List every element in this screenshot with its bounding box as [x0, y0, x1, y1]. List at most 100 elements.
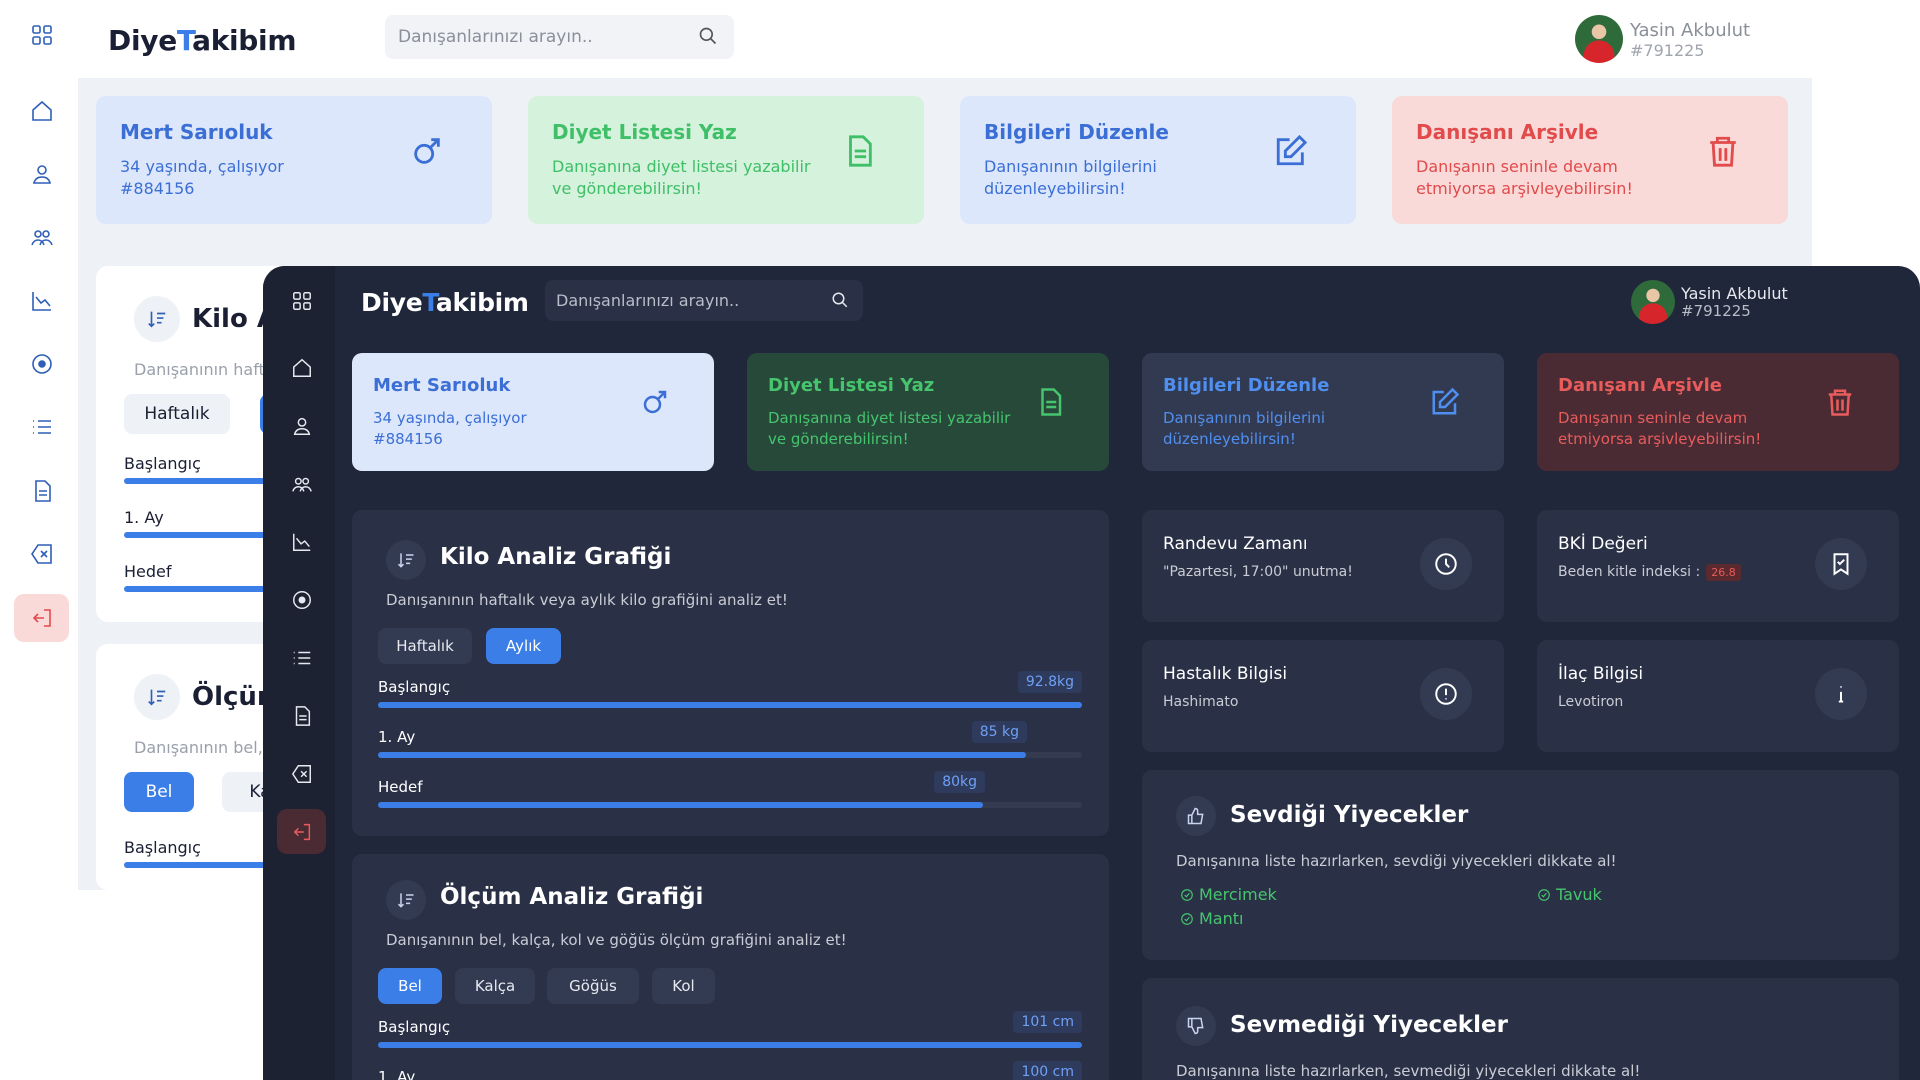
sort-icon — [386, 880, 426, 920]
edit-info-card[interactable]: Bilgileri Düzenle Danışanının bilgilerin… — [960, 96, 1356, 224]
chart-icon[interactable] — [277, 519, 326, 564]
diet-list-desc: Danışanına diyet listesi yazabilir ve gö… — [552, 157, 811, 198]
diet-list-card[interactable]: Diyet Listesi Yaz Danışanına diyet liste… — [747, 353, 1109, 471]
archive-title: Danışanı Arşivle — [1416, 120, 1599, 144]
chart-icon[interactable] — [14, 277, 69, 325]
food-item: Mercimek — [1180, 885, 1277, 904]
disease-card[interactable]: Hastalık Bilgisi Hashimato — [1142, 640, 1504, 752]
tab-hip[interactable]: Kalça — [455, 968, 535, 1004]
medicine-text: Levotiron — [1558, 694, 1624, 710]
target-icon[interactable] — [277, 577, 326, 622]
row-label-goal: Hedef — [378, 778, 423, 796]
search-input[interactable]: Danışanlarınızı arayın.. — [385, 15, 734, 59]
archive-card[interactable]: Danışanı Arşivle Danışanın seninle devam… — [1392, 96, 1788, 224]
client-card[interactable]: Mert Sarıoluk 34 yaşında, çalışıyor #8841… — [352, 353, 714, 471]
progress-fill — [378, 802, 984, 808]
row-label-month1: 1. Ay — [378, 1068, 416, 1080]
edit-info-card[interactable]: Bilgileri Düzenle Danışanının bilgilerin… — [1142, 353, 1504, 471]
edit-info-desc: Danışanının bilgilerini düzenleyebilirsi… — [984, 157, 1157, 198]
users-icon[interactable] — [277, 461, 326, 506]
disliked-foods-subtitle: Danışanına liste hazırlarken, sevmediği … — [1176, 1062, 1641, 1080]
user-name: Yasin Akbulut — [1681, 284, 1788, 303]
diet-list-title: Diyet Listesi Yaz — [552, 120, 737, 144]
avatar[interactable] — [1631, 280, 1675, 324]
home-icon[interactable] — [277, 345, 326, 390]
close-icon[interactable] — [277, 751, 326, 796]
tab-waist[interactable]: Bel — [378, 968, 442, 1004]
appointment-card[interactable]: Randevu Zamanı "Pazartesi, 17:00" unutma… — [1142, 510, 1504, 622]
avatar[interactable] — [1575, 15, 1623, 63]
tab-waist[interactable]: Bel — [124, 772, 194, 812]
row-label-start: Başlangıç — [378, 1018, 451, 1036]
row-label-month1: 1. Ay — [378, 728, 416, 746]
disease-title: Hastalık Bilgisi — [1163, 664, 1288, 684]
liked-foods-title: Sevdiği Yiyecekler — [1230, 802, 1469, 828]
tab-arm[interactable]: Kol — [652, 968, 715, 1004]
appointment-text: "Pazartesi, 17:00" unutma! — [1163, 564, 1353, 580]
progress-track — [378, 802, 1082, 808]
user-icon[interactable] — [14, 150, 69, 198]
liked-foods-panel: Sevdiği Yiyecekler Danışanına liste hazı… — [1142, 770, 1899, 960]
info-icon — [1815, 668, 1867, 720]
weight-analysis-panel: Kilo Analiz Grafiği Danışanının haftalık… — [352, 510, 1109, 836]
weight-panel-subtitle: Danışanının haftalık veya aylık kilo gra… — [386, 591, 788, 609]
appointment-title: Randevu Zamanı — [1163, 534, 1308, 554]
progress-track — [378, 1042, 1082, 1048]
trash-icon — [1828, 389, 1852, 416]
logout-icon[interactable] — [14, 594, 69, 642]
row-label: Başlangıç — [124, 454, 201, 473]
value-tip: 92.8kg — [1017, 671, 1082, 693]
client-name: Mert Sarıoluk — [120, 120, 273, 144]
measure-panel-title: Ölçüm Analiz Grafiği — [440, 884, 704, 910]
dashboard-icon[interactable] — [14, 11, 69, 59]
dashboard-icon[interactable] — [277, 278, 326, 323]
medicine-card[interactable]: İlaç Bilgisi Levotiron — [1537, 640, 1899, 752]
diet-list-desc: Danışanına diyet listesi yazabilir ve gö… — [768, 409, 1011, 448]
row-label-start: Başlangıç — [378, 678, 451, 696]
sort-icon — [134, 296, 180, 342]
diet-list-card[interactable]: Diyet Listesi Yaz Danışanına diyet liste… — [528, 96, 924, 224]
edit-info-title: Bilgileri Düzenle — [984, 120, 1169, 144]
tab-weekly[interactable]: Haftalık — [124, 394, 230, 434]
search-input[interactable]: Danışanlarınızı arayın.. — [545, 280, 863, 321]
measure-analysis-panel: Ölçüm Analiz Grafiği Danışanının bel, ka… — [352, 854, 1109, 1080]
tab-monthly[interactable]: Aylık — [486, 628, 561, 664]
panel-subtitle: Danışanının bel, — [134, 738, 263, 757]
bmi-badge: 26.8 — [1706, 564, 1741, 581]
value-tip: 100 cm — [1013, 1061, 1082, 1080]
medicine-title: İlaç Bilgisi — [1558, 664, 1644, 684]
document-icon[interactable] — [277, 693, 326, 738]
document-icon[interactable] — [14, 467, 69, 515]
tab-weekly[interactable]: Haftalık — [378, 628, 472, 664]
brand-logo: DiyeTakibim — [108, 24, 297, 57]
food-item: Tavuk — [1537, 885, 1602, 904]
disliked-foods-title: Sevmediği Yiyecekler — [1230, 1012, 1508, 1038]
document-icon — [1041, 388, 1062, 416]
light-header: DiyeTakibim Danışanlarınızı arayın.. Yas… — [78, 0, 1920, 78]
header: DiyeTakibim Danışanlarınızı arayın.. Yas… — [335, 266, 1920, 336]
list-icon[interactable] — [14, 403, 69, 451]
search-icon[interactable] — [698, 26, 718, 46]
client-card[interactable]: Mert Sarıoluk 34 yaşında, çalışıyor #8841… — [96, 96, 492, 224]
tab-chest[interactable]: Göğüs — [547, 968, 639, 1004]
sidebar — [263, 266, 335, 1080]
search-icon[interactable] — [831, 291, 849, 309]
value-tip: 80kg — [934, 771, 985, 793]
client-details: 34 yaşında, çalışıyor #884156 — [120, 157, 284, 198]
check-icon — [1181, 912, 1193, 925]
target-icon[interactable] — [14, 340, 69, 388]
progress-fill — [378, 752, 1026, 758]
edit-icon — [1276, 134, 1308, 166]
row-label: Başlangıç — [124, 838, 201, 857]
bmi-card[interactable]: BKİ Değeri Beden kitle indeksi :26.8 — [1537, 510, 1899, 622]
users-icon[interactable] — [14, 213, 69, 261]
user-icon[interactable] — [277, 403, 326, 448]
logout-icon[interactable] — [277, 809, 326, 854]
archive-card[interactable]: Danışanı Arşivle Danışanın seninle devam… — [1537, 353, 1899, 471]
archive-desc: Danışanın seninle devam etmiyorsa arşivl… — [1558, 409, 1762, 448]
list-icon[interactable] — [277, 635, 326, 680]
close-icon[interactable] — [14, 530, 69, 578]
home-icon[interactable] — [14, 87, 69, 135]
disliked-foods-panel: Sevmediği Yiyecekler Danışanına liste ha… — [1142, 978, 1899, 1080]
client-details: 34 yaşında, çalışıyor #884156 — [373, 409, 527, 448]
